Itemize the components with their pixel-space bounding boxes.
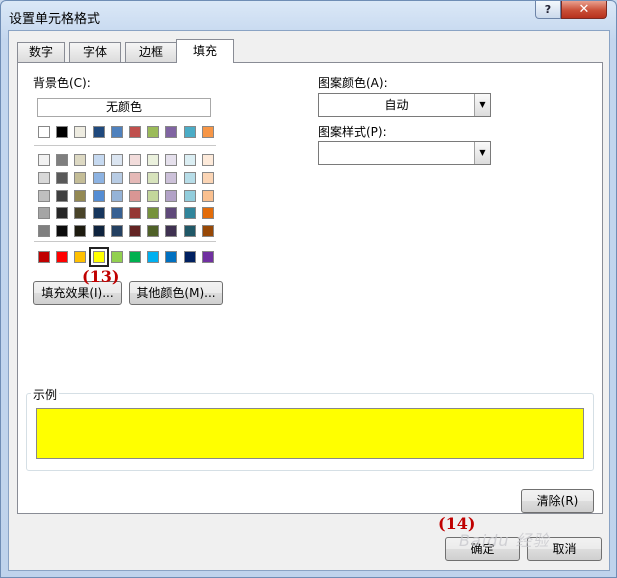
standard-color-swatch[interactable] — [201, 251, 214, 263]
shade-color-swatch[interactable] — [92, 171, 105, 184]
theme-color-swatch[interactable] — [183, 126, 196, 138]
theme-color-swatch[interactable] — [74, 126, 87, 138]
shade-color-swatch[interactable] — [129, 171, 141, 184]
step-13-annotation: (13) — [82, 267, 120, 286]
shade-color-swatch[interactable] — [165, 189, 178, 202]
standard-color-swatch[interactable] — [129, 251, 141, 263]
pattern-color-label: 图案颜色(A): — [318, 76, 388, 90]
shade-color-swatch[interactable] — [147, 171, 160, 184]
pattern-color-select[interactable]: 自动 ▼ — [318, 93, 491, 117]
help-button[interactable]: ? — [535, 1, 561, 19]
shade-color-swatch[interactable] — [201, 171, 214, 184]
shade-color-swatch[interactable] — [183, 225, 196, 238]
theme-color-swatch[interactable] — [92, 126, 105, 138]
step-14-annotation: (14) — [438, 514, 476, 533]
shade-color-swatch[interactable] — [38, 225, 50, 238]
shade-color-swatch[interactable] — [56, 171, 69, 184]
dialog-title: 设置单元格格式 — [9, 12, 101, 27]
theme-color-swatch[interactable] — [129, 126, 141, 138]
close-button[interactable]: ✕ — [561, 1, 607, 19]
shade-color-swatch[interactable] — [38, 154, 50, 166]
shade-color-swatch[interactable] — [74, 189, 87, 202]
shade-color-swatch[interactable] — [183, 189, 196, 202]
sample-label: 示例 — [31, 386, 60, 403]
chevron-down-icon[interactable]: ▼ — [474, 94, 490, 116]
shade-color-swatch[interactable] — [165, 207, 178, 220]
shade-color-swatch[interactable] — [110, 189, 123, 202]
pattern-style-select[interactable]: ▼ — [318, 141, 491, 165]
theme-color-swatch[interactable] — [165, 126, 178, 138]
tab-font[interactable]: 字体 — [69, 42, 121, 62]
shade-color-swatch[interactable] — [129, 207, 141, 220]
background-color-label: 背景色(C): — [33, 76, 91, 90]
tab-fill[interactable]: 填充 — [176, 39, 234, 63]
shade-color-swatch[interactable] — [201, 154, 214, 166]
shade-color-swatch[interactable] — [74, 154, 87, 166]
shade-color-swatch[interactable] — [147, 189, 160, 202]
sample-preview — [36, 408, 584, 459]
shade-color-swatch[interactable] — [147, 225, 160, 238]
shade-color-swatch[interactable] — [165, 171, 178, 184]
dialog-client-area: 数字 字体 边框 填充 背景色(C): 无颜色 填充效果(I)... 其他颜色(… — [8, 30, 610, 571]
palette-divider — [34, 241, 216, 242]
sample-group: 示例 — [26, 386, 594, 471]
shade-color-swatch[interactable] — [56, 225, 69, 238]
tab-number[interactable]: 数字 — [17, 42, 65, 62]
shade-color-swatch[interactable] — [110, 171, 123, 184]
shade-color-swatch[interactable] — [38, 207, 50, 220]
shade-color-swatch[interactable] — [129, 225, 141, 238]
shade-color-swatch[interactable] — [147, 207, 160, 220]
clear-button[interactable]: 清除(R) — [521, 489, 594, 513]
shade-color-swatch[interactable] — [92, 189, 105, 202]
standard-color-swatch[interactable] — [110, 251, 123, 263]
fill-tab-pane: 背景色(C): 无颜色 填充效果(I)... 其他颜色(M)... 图案颜色(A… — [17, 62, 603, 514]
standard-color-swatch[interactable] — [165, 251, 178, 263]
shade-color-swatch[interactable] — [201, 207, 214, 220]
shade-color-swatch[interactable] — [165, 225, 178, 238]
shade-color-swatch[interactable] — [110, 207, 123, 220]
standard-color-swatch[interactable] — [38, 251, 50, 263]
shade-color-swatch[interactable] — [38, 189, 50, 202]
tab-border[interactable]: 边框 — [125, 42, 177, 62]
shade-color-swatch[interactable] — [183, 207, 196, 220]
shade-color-swatch[interactable] — [56, 154, 69, 166]
shade-color-swatch[interactable] — [74, 171, 87, 184]
shade-color-swatch[interactable] — [74, 207, 87, 220]
more-colors-button[interactable]: 其他颜色(M)... — [129, 281, 223, 305]
shade-color-swatch[interactable] — [38, 171, 50, 184]
standard-color-swatch[interactable] — [56, 251, 69, 263]
shade-color-swatch[interactable] — [92, 207, 105, 220]
shade-color-swatch[interactable] — [165, 154, 178, 166]
standard-color-swatch[interactable] — [74, 251, 87, 263]
shade-color-swatch[interactable] — [56, 207, 69, 220]
shade-color-swatch[interactable] — [129, 154, 141, 166]
shade-color-swatch[interactable] — [110, 154, 123, 166]
title-bar[interactable]: 设置单元格格式 ? ✕ — [1, 1, 616, 31]
format-cells-dialog: 设置单元格格式 ? ✕ 数字 字体 边框 填充 背景色(C): 无颜色 填充效果… — [0, 0, 617, 578]
shade-color-swatch[interactable] — [92, 225, 105, 238]
shade-color-swatch[interactable] — [129, 189, 141, 202]
standard-color-swatch[interactable] — [183, 251, 196, 263]
theme-color-swatch[interactable] — [110, 126, 123, 138]
shade-color-swatch[interactable] — [74, 225, 87, 238]
theme-color-swatch[interactable] — [56, 126, 69, 138]
chevron-down-icon[interactable]: ▼ — [474, 142, 490, 164]
shade-color-swatch[interactable] — [110, 225, 123, 238]
theme-color-swatch[interactable] — [38, 126, 50, 138]
shade-color-swatch[interactable] — [147, 154, 160, 166]
theme-color-swatch[interactable] — [147, 126, 160, 138]
palette-divider — [34, 145, 216, 146]
pattern-style-label: 图案样式(P): — [318, 125, 387, 139]
no-color-button[interactable]: 无颜色 — [37, 98, 211, 117]
shade-color-swatch[interactable] — [183, 171, 196, 184]
shade-color-swatch[interactable] — [56, 189, 69, 202]
pattern-color-value: 自动 — [384, 98, 409, 112]
standard-color-swatch[interactable] — [88, 247, 109, 267]
shade-color-swatch[interactable] — [201, 225, 214, 238]
shade-color-swatch[interactable] — [201, 189, 214, 202]
theme-color-swatch[interactable] — [201, 126, 214, 138]
standard-color-swatch[interactable] — [147, 251, 160, 263]
shade-color-swatch[interactable] — [183, 154, 196, 166]
shade-color-swatch[interactable] — [92, 154, 105, 166]
